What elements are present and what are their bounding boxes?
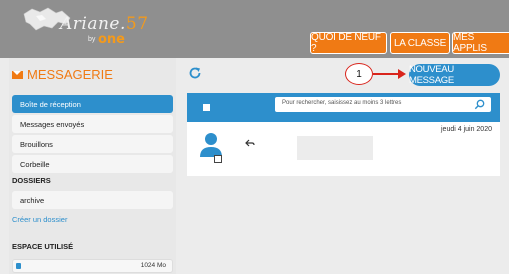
logo-brand: one: [98, 32, 126, 47]
step-annotation-circle: 1: [345, 63, 373, 85]
folder-trash[interactable]: Corbeille: [12, 155, 173, 173]
logo-title: Ariane.57: [60, 14, 149, 34]
select-all-checkbox[interactable]: [203, 104, 210, 111]
storage-value: 1024 Mo: [140, 262, 166, 269]
messaging-sidebar: MESSAGERIE Boîte de réception Messages e…: [9, 58, 176, 274]
create-folder-link[interactable]: Créer un dossier: [12, 215, 67, 224]
new-message-button[interactable]: NOUVEAU MESSAGE: [409, 64, 500, 86]
folder-drafts[interactable]: Brouillons: [12, 135, 173, 153]
refresh-icon[interactable]: [188, 66, 202, 80]
storage-heading: ESPACE UTILISÉ: [12, 242, 74, 251]
folder-sent[interactable]: Messages envoyés: [12, 115, 173, 133]
message-preview-placeholder: [297, 136, 373, 160]
folder-archive[interactable]: archive: [12, 191, 173, 209]
storage-bar-fill: [16, 263, 21, 269]
message-checkbox[interactable]: [214, 155, 222, 163]
search-icon[interactable]: [474, 99, 485, 110]
folders-heading: DOSSIERS: [12, 176, 51, 185]
message-date: jeudi 4 juin 2020: [441, 126, 492, 133]
folder-inbox[interactable]: Boîte de réception: [12, 95, 173, 113]
search-input[interactable]: Pour rechercher, saisissez au moins 3 le…: [275, 97, 491, 112]
annotation-arrow-head: [398, 69, 406, 79]
message-list: jeudi 4 juin 2020: [187, 122, 500, 176]
messaging-title-text: MESSAGERIE: [27, 67, 113, 82]
logo-by: by: [88, 36, 96, 43]
storage-bar: 1024 Mo: [12, 259, 173, 273]
search-placeholder: Pour rechercher, saisissez au moins 3 le…: [282, 100, 402, 106]
app-logo[interactable]: Ariane.57 by one: [22, 4, 148, 54]
nav-quoi-de-neuf-button[interactable]: QUOI DE NEUF ?: [310, 32, 387, 54]
message-toolbar: Pour rechercher, saisissez au moins 3 le…: [187, 93, 500, 122]
top-header: Ariane.57 by one QUOI DE NEUF ? LA CLASS…: [0, 0, 509, 58]
reply-icon: [245, 139, 255, 147]
annotation-arrow-line: [373, 73, 400, 75]
messaging-title: MESSAGERIE: [12, 67, 113, 82]
nav-la-classe-button[interactable]: LA CLASSE: [390, 32, 450, 54]
envelope-icon: [12, 70, 23, 79]
nav-mes-applis-button[interactable]: MES APPLIS: [452, 32, 509, 54]
